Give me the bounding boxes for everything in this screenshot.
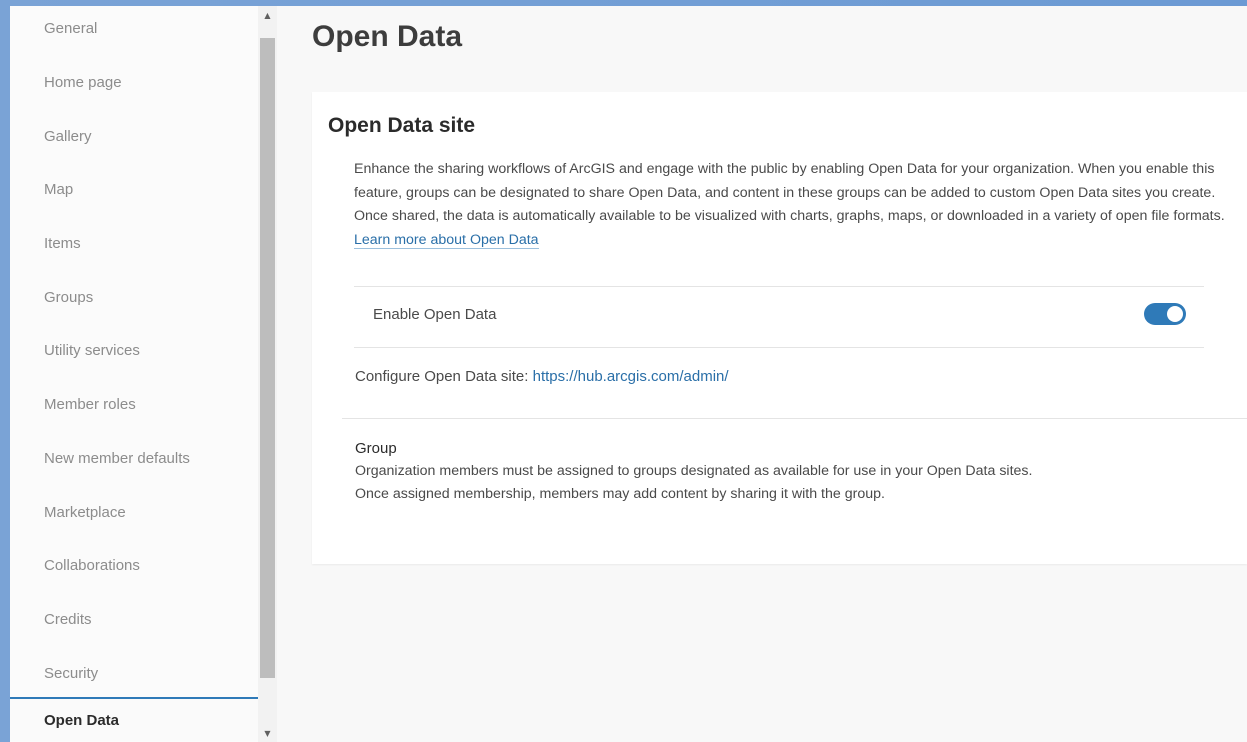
sidebar-item-label: Map: [44, 180, 74, 198]
sidebar-item-new-member-defaults[interactable]: New member defaults: [10, 438, 258, 478]
enable-open-data-label: Enable Open Data: [373, 306, 497, 323]
sidebar-item-label: Credits: [44, 610, 92, 628]
sidebar-item-label: General: [44, 19, 98, 37]
enable-open-data-toggle[interactable]: [1144, 303, 1186, 325]
sidebar-item-groups[interactable]: Groups: [10, 277, 258, 317]
sidebar-item-map[interactable]: Map: [10, 169, 258, 209]
sidebar-item-credits[interactable]: Credits: [10, 599, 258, 639]
caret-up-icon[interactable]: ▲: [258, 8, 277, 22]
app-frame: General Home page Gallery Map Items Grou…: [10, 6, 1247, 742]
sidebar-item-label: Items: [44, 234, 81, 252]
sidebar-item-label: New member defaults: [44, 449, 190, 467]
sidebar-item-utility-services[interactable]: Utility services: [10, 330, 258, 370]
configure-label: Configure Open Data site:: [355, 368, 529, 385]
group-description: Organization members must be assigned to…: [355, 460, 1235, 506]
sidebar-item-general[interactable]: General: [10, 8, 258, 48]
settings-sidebar: General Home page Gallery Map Items Grou…: [10, 6, 258, 742]
divider: [354, 347, 1204, 348]
toggle-knob: [1167, 306, 1183, 322]
configure-open-data-link[interactable]: https://hub.arcgis.com/admin/: [533, 368, 729, 385]
configure-open-data-row: Configure Open Data site: https://hub.ar…: [355, 368, 729, 385]
sidebar-item-home-page[interactable]: Home page: [10, 62, 258, 102]
sidebar-item-label: Collaborations: [44, 556, 140, 574]
divider: [354, 286, 1204, 287]
caret-down-icon[interactable]: ▼: [258, 726, 277, 740]
sidebar-item-open-data[interactable]: Open Data: [10, 697, 258, 741]
sidebar-item-label: Member roles: [44, 395, 136, 413]
page-title: Open Data: [312, 20, 463, 53]
sidebar-scrollbar[interactable]: ▲ ▼: [258, 6, 277, 742]
divider: [342, 418, 1247, 419]
sidebar-item-label: Open Data: [44, 711, 120, 729]
sidebar-item-label: Utility services: [44, 341, 140, 359]
group-description-line: Once assigned membership, members may ad…: [355, 486, 885, 502]
scrollbar-thumb[interactable]: [260, 38, 275, 678]
section-description: Enhance the sharing workflows of ArcGIS …: [354, 158, 1234, 252]
learn-more-link[interactable]: Learn more about Open Data: [354, 231, 539, 249]
sidebar-item-collaborations[interactable]: Collaborations: [10, 545, 258, 585]
sidebar-item-label: Marketplace: [44, 503, 126, 521]
description-text: Enhance the sharing workflows of ArcGIS …: [354, 161, 1225, 224]
sidebar-item-label: Security: [44, 664, 99, 682]
sidebar-item-member-roles[interactable]: Member roles: [10, 384, 258, 424]
group-description-line: Organization members must be assigned to…: [355, 463, 1033, 479]
sidebar-item-gallery[interactable]: Gallery: [10, 116, 258, 156]
sidebar-item-label: Gallery: [44, 127, 92, 145]
sidebar-item-label: Home page: [44, 73, 122, 91]
group-title: Group: [355, 440, 397, 457]
sidebar-item-label: Groups: [44, 288, 94, 306]
sidebar-item-security[interactable]: Security: [10, 653, 258, 693]
section-title: Open Data site: [328, 114, 476, 137]
sidebar-item-items[interactable]: Items: [10, 223, 258, 263]
sidebar-item-marketplace[interactable]: Marketplace: [10, 492, 258, 532]
open-data-site-card: Open Data site Enhance the sharing workf…: [312, 92, 1247, 564]
